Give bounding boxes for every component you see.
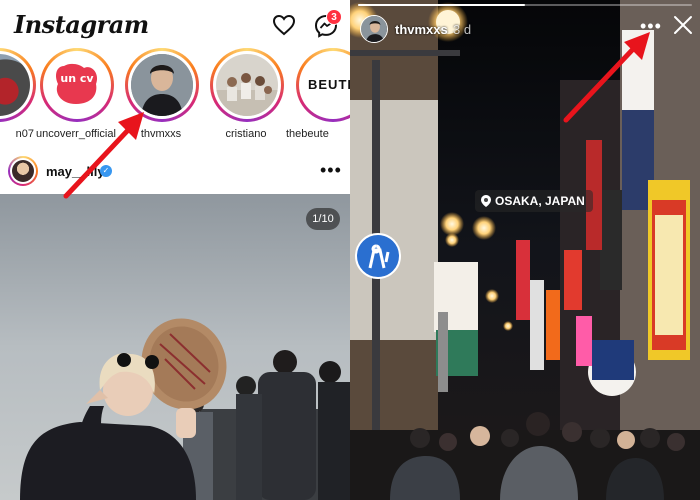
story-avatar	[216, 54, 278, 116]
story-ring	[125, 48, 199, 122]
feed-panel: Instagram 3 n07 un cv uncoverr_official …	[0, 0, 350, 500]
story-avatar: un cv	[46, 54, 108, 116]
story-viewer-username[interactable]: thvmxxs	[395, 22, 448, 37]
story-ring: BEUTE	[296, 48, 350, 122]
post-media[interactable]: 1/10	[0, 194, 350, 500]
post-username[interactable]: may__lily	[46, 164, 105, 179]
story-viewer-avatar[interactable]	[360, 15, 388, 43]
story-item[interactable]: BEUTE thebeute	[286, 48, 350, 148]
story-item[interactable]: cristiano	[206, 48, 286, 148]
post-header: may__lily ✓ •••	[0, 150, 350, 194]
location-sticker-text: OSAKA, JAPAN	[495, 194, 585, 208]
location-pin-icon	[481, 195, 491, 207]
media-counter: 1/10	[306, 208, 340, 230]
more-options-icon[interactable]: •••	[320, 160, 342, 181]
story-username: cristiano	[225, 128, 267, 140]
story-avatar: BEUTE	[302, 54, 350, 116]
story-ring	[210, 48, 284, 122]
story-progress-fill	[358, 4, 525, 6]
story-progress-bar	[358, 4, 692, 6]
story-username: thebeute	[286, 128, 329, 140]
story-avatar	[0, 54, 30, 116]
story-photo-image	[350, 0, 700, 500]
instagram-logo[interactable]: Instagram	[14, 10, 149, 39]
story-avatar	[131, 54, 193, 116]
heart-icon[interactable]	[272, 14, 296, 36]
story-time-ago: 3 d	[453, 22, 472, 37]
beute-logo: BEUTE	[308, 77, 350, 92]
uncoverr-logo-text: un cv	[60, 72, 94, 85]
story-item[interactable]: un cv uncoverr_official	[36, 48, 116, 148]
close-icon[interactable]	[672, 14, 694, 36]
verified-badge-icon: ✓	[100, 165, 112, 177]
stories-tray: n07 un cv uncoverr_official thvmxxs cris…	[0, 48, 350, 148]
notification-badge: 3	[326, 9, 342, 25]
uncoverr-logo-icon: un cv	[56, 63, 98, 104]
story-ring: un cv	[40, 48, 114, 122]
story-ring	[0, 48, 36, 122]
post-avatar[interactable]	[8, 156, 38, 186]
top-bar: Instagram 3	[0, 0, 350, 48]
story-more-options-icon[interactable]: •••	[640, 16, 662, 37]
story-viewer[interactable]: thvmxxs 3 d ••• OSAKA, JAPAN	[350, 0, 700, 500]
location-sticker[interactable]: OSAKA, JAPAN	[475, 190, 593, 212]
story-item[interactable]: thvmxxs	[121, 48, 201, 148]
post-photo-image	[0, 194, 350, 500]
